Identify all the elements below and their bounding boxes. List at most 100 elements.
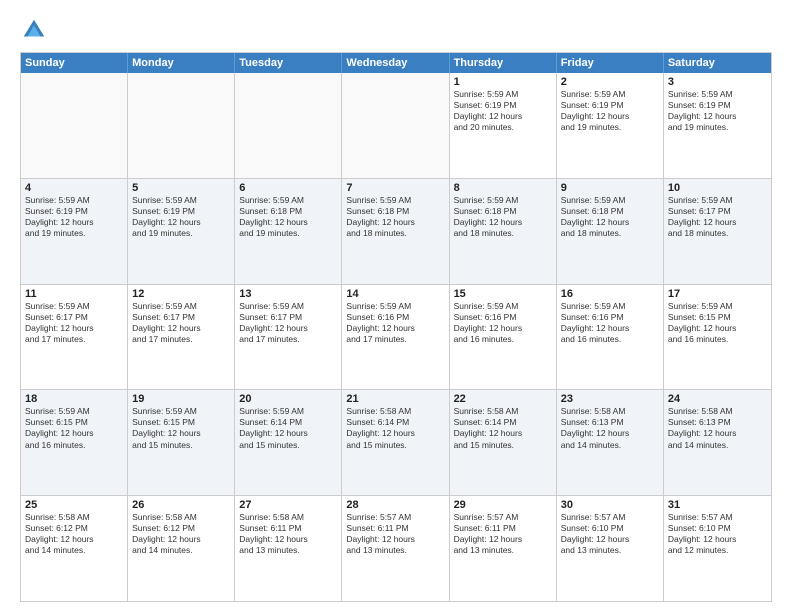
day-number: 3 bbox=[668, 76, 767, 88]
header-day-sunday: Sunday bbox=[21, 53, 128, 73]
day-info: Sunrise: 5:59 AM Sunset: 6:17 PM Dayligh… bbox=[668, 195, 767, 239]
day-info: Sunrise: 5:58 AM Sunset: 6:13 PM Dayligh… bbox=[668, 406, 767, 450]
day-info: Sunrise: 5:59 AM Sunset: 6:17 PM Dayligh… bbox=[25, 301, 123, 345]
calendar-cell: 4Sunrise: 5:59 AM Sunset: 6:19 PM Daylig… bbox=[21, 179, 128, 284]
day-number: 20 bbox=[239, 393, 337, 405]
calendar-cell bbox=[21, 73, 128, 178]
calendar-cell: 1Sunrise: 5:59 AM Sunset: 6:19 PM Daylig… bbox=[450, 73, 557, 178]
calendar-cell: 9Sunrise: 5:59 AM Sunset: 6:18 PM Daylig… bbox=[557, 179, 664, 284]
calendar-cell: 24Sunrise: 5:58 AM Sunset: 6:13 PM Dayli… bbox=[664, 390, 771, 495]
calendar-row-4: 18Sunrise: 5:59 AM Sunset: 6:15 PM Dayli… bbox=[21, 389, 771, 495]
calendar-body: 1Sunrise: 5:59 AM Sunset: 6:19 PM Daylig… bbox=[21, 73, 771, 601]
day-number: 23 bbox=[561, 393, 659, 405]
header-day-friday: Friday bbox=[557, 53, 664, 73]
calendar-row-2: 4Sunrise: 5:59 AM Sunset: 6:19 PM Daylig… bbox=[21, 178, 771, 284]
day-number: 29 bbox=[454, 499, 552, 511]
day-number: 10 bbox=[668, 182, 767, 194]
day-number: 17 bbox=[668, 288, 767, 300]
day-info: Sunrise: 5:57 AM Sunset: 6:11 PM Dayligh… bbox=[346, 512, 444, 556]
day-number: 28 bbox=[346, 499, 444, 511]
logo bbox=[20, 16, 52, 44]
day-number: 15 bbox=[454, 288, 552, 300]
calendar-cell: 22Sunrise: 5:58 AM Sunset: 6:14 PM Dayli… bbox=[450, 390, 557, 495]
day-number: 27 bbox=[239, 499, 337, 511]
header-day-saturday: Saturday bbox=[664, 53, 771, 73]
day-number: 1 bbox=[454, 76, 552, 88]
calendar-cell: 7Sunrise: 5:59 AM Sunset: 6:18 PM Daylig… bbox=[342, 179, 449, 284]
day-info: Sunrise: 5:58 AM Sunset: 6:14 PM Dayligh… bbox=[346, 406, 444, 450]
day-info: Sunrise: 5:59 AM Sunset: 6:14 PM Dayligh… bbox=[239, 406, 337, 450]
day-number: 26 bbox=[132, 499, 230, 511]
day-number: 19 bbox=[132, 393, 230, 405]
day-info: Sunrise: 5:58 AM Sunset: 6:12 PM Dayligh… bbox=[132, 512, 230, 556]
day-info: Sunrise: 5:58 AM Sunset: 6:12 PM Dayligh… bbox=[25, 512, 123, 556]
calendar-cell: 11Sunrise: 5:59 AM Sunset: 6:17 PM Dayli… bbox=[21, 285, 128, 390]
day-number: 12 bbox=[132, 288, 230, 300]
calendar-cell: 28Sunrise: 5:57 AM Sunset: 6:11 PM Dayli… bbox=[342, 496, 449, 601]
day-number: 4 bbox=[25, 182, 123, 194]
day-info: Sunrise: 5:59 AM Sunset: 6:16 PM Dayligh… bbox=[454, 301, 552, 345]
day-info: Sunrise: 5:59 AM Sunset: 6:19 PM Dayligh… bbox=[25, 195, 123, 239]
day-number: 30 bbox=[561, 499, 659, 511]
day-number: 31 bbox=[668, 499, 767, 511]
calendar-cell: 6Sunrise: 5:59 AM Sunset: 6:18 PM Daylig… bbox=[235, 179, 342, 284]
day-info: Sunrise: 5:59 AM Sunset: 6:18 PM Dayligh… bbox=[346, 195, 444, 239]
calendar-cell: 19Sunrise: 5:59 AM Sunset: 6:15 PM Dayli… bbox=[128, 390, 235, 495]
calendar-cell: 23Sunrise: 5:58 AM Sunset: 6:13 PM Dayli… bbox=[557, 390, 664, 495]
calendar-cell: 14Sunrise: 5:59 AM Sunset: 6:16 PM Dayli… bbox=[342, 285, 449, 390]
calendar-cell: 18Sunrise: 5:59 AM Sunset: 6:15 PM Dayli… bbox=[21, 390, 128, 495]
header-day-thursday: Thursday bbox=[450, 53, 557, 73]
page: SundayMondayTuesdayWednesdayThursdayFrid… bbox=[0, 0, 792, 612]
calendar-cell bbox=[235, 73, 342, 178]
calendar-header: SundayMondayTuesdayWednesdayThursdayFrid… bbox=[21, 53, 771, 73]
day-info: Sunrise: 5:59 AM Sunset: 6:18 PM Dayligh… bbox=[239, 195, 337, 239]
day-number: 11 bbox=[25, 288, 123, 300]
day-number: 9 bbox=[561, 182, 659, 194]
day-number: 2 bbox=[561, 76, 659, 88]
header-day-tuesday: Tuesday bbox=[235, 53, 342, 73]
calendar-cell: 12Sunrise: 5:59 AM Sunset: 6:17 PM Dayli… bbox=[128, 285, 235, 390]
calendar: SundayMondayTuesdayWednesdayThursdayFrid… bbox=[20, 52, 772, 602]
day-info: Sunrise: 5:59 AM Sunset: 6:16 PM Dayligh… bbox=[346, 301, 444, 345]
day-number: 5 bbox=[132, 182, 230, 194]
day-info: Sunrise: 5:59 AM Sunset: 6:17 PM Dayligh… bbox=[239, 301, 337, 345]
logo-icon bbox=[20, 16, 48, 44]
day-number: 6 bbox=[239, 182, 337, 194]
calendar-cell: 15Sunrise: 5:59 AM Sunset: 6:16 PM Dayli… bbox=[450, 285, 557, 390]
day-info: Sunrise: 5:59 AM Sunset: 6:15 PM Dayligh… bbox=[132, 406, 230, 450]
calendar-cell: 8Sunrise: 5:59 AM Sunset: 6:18 PM Daylig… bbox=[450, 179, 557, 284]
day-info: Sunrise: 5:59 AM Sunset: 6:16 PM Dayligh… bbox=[561, 301, 659, 345]
day-info: Sunrise: 5:59 AM Sunset: 6:15 PM Dayligh… bbox=[25, 406, 123, 450]
day-number: 24 bbox=[668, 393, 767, 405]
calendar-cell bbox=[342, 73, 449, 178]
calendar-cell: 5Sunrise: 5:59 AM Sunset: 6:19 PM Daylig… bbox=[128, 179, 235, 284]
day-number: 7 bbox=[346, 182, 444, 194]
day-info: Sunrise: 5:57 AM Sunset: 6:10 PM Dayligh… bbox=[668, 512, 767, 556]
day-number: 18 bbox=[25, 393, 123, 405]
day-number: 14 bbox=[346, 288, 444, 300]
header bbox=[20, 16, 772, 44]
day-number: 21 bbox=[346, 393, 444, 405]
calendar-cell: 21Sunrise: 5:58 AM Sunset: 6:14 PM Dayli… bbox=[342, 390, 449, 495]
calendar-cell: 17Sunrise: 5:59 AM Sunset: 6:15 PM Dayli… bbox=[664, 285, 771, 390]
day-info: Sunrise: 5:59 AM Sunset: 6:19 PM Dayligh… bbox=[561, 89, 659, 133]
calendar-row-5: 25Sunrise: 5:58 AM Sunset: 6:12 PM Dayli… bbox=[21, 495, 771, 601]
day-info: Sunrise: 5:59 AM Sunset: 6:19 PM Dayligh… bbox=[454, 89, 552, 133]
header-day-wednesday: Wednesday bbox=[342, 53, 449, 73]
calendar-row-3: 11Sunrise: 5:59 AM Sunset: 6:17 PM Dayli… bbox=[21, 284, 771, 390]
day-info: Sunrise: 5:59 AM Sunset: 6:18 PM Dayligh… bbox=[561, 195, 659, 239]
calendar-cell: 13Sunrise: 5:59 AM Sunset: 6:17 PM Dayli… bbox=[235, 285, 342, 390]
calendar-cell bbox=[128, 73, 235, 178]
day-number: 16 bbox=[561, 288, 659, 300]
calendar-cell: 31Sunrise: 5:57 AM Sunset: 6:10 PM Dayli… bbox=[664, 496, 771, 601]
calendar-cell: 30Sunrise: 5:57 AM Sunset: 6:10 PM Dayli… bbox=[557, 496, 664, 601]
day-number: 25 bbox=[25, 499, 123, 511]
day-number: 8 bbox=[454, 182, 552, 194]
day-info: Sunrise: 5:59 AM Sunset: 6:17 PM Dayligh… bbox=[132, 301, 230, 345]
day-info: Sunrise: 5:59 AM Sunset: 6:19 PM Dayligh… bbox=[132, 195, 230, 239]
calendar-cell: 25Sunrise: 5:58 AM Sunset: 6:12 PM Dayli… bbox=[21, 496, 128, 601]
calendar-cell: 29Sunrise: 5:57 AM Sunset: 6:11 PM Dayli… bbox=[450, 496, 557, 601]
day-number: 13 bbox=[239, 288, 337, 300]
day-info: Sunrise: 5:59 AM Sunset: 6:15 PM Dayligh… bbox=[668, 301, 767, 345]
calendar-row-1: 1Sunrise: 5:59 AM Sunset: 6:19 PM Daylig… bbox=[21, 73, 771, 178]
